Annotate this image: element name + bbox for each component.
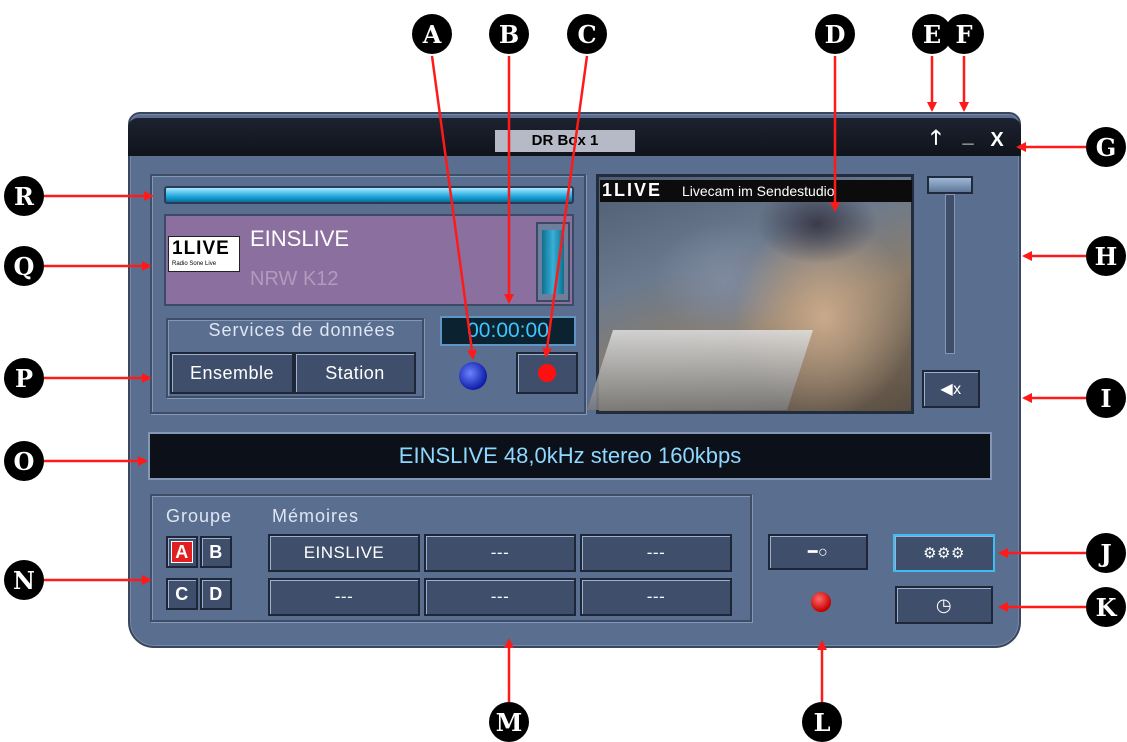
station-logo-subtext: Radio Sone Live <box>172 261 217 267</box>
group-label-b: B <box>209 541 223 562</box>
callout-a: A <box>412 14 452 54</box>
callout-d: D <box>815 14 855 54</box>
globe-icon[interactable] <box>459 362 487 390</box>
station-name: EINSLIVE <box>250 226 350 251</box>
callout-l: L <box>802 702 842 742</box>
station-subtitle: NRW K12 <box>250 268 339 290</box>
video-caption: Livecam im Sendestudio <box>682 183 835 199</box>
group-label-a: A <box>171 541 193 563</box>
groupe-label: Groupe <box>166 506 233 526</box>
ensemble-button[interactable]: Ensemble <box>170 352 294 394</box>
callout-c: C <box>567 14 607 54</box>
key-button[interactable]: ━○ <box>768 534 868 570</box>
mute-button[interactable]: ◀x <box>922 370 980 408</box>
speaker-mute-icon: ◀x <box>940 381 962 398</box>
gear-icon: ⚙⚙⚙ <box>923 545 965 562</box>
window-title: DR Box 1 <box>495 130 635 152</box>
record-icon <box>538 364 556 382</box>
video-logo: 1LIVE <box>602 180 663 200</box>
status-led <box>811 592 831 612</box>
callout-r: R <box>4 176 44 216</box>
callout-j: J <box>1086 533 1126 573</box>
video-scene <box>587 330 813 410</box>
volume-slider-thumb[interactable] <box>927 176 973 194</box>
signal-level-bar <box>164 186 574 204</box>
callout-m: M <box>489 702 529 742</box>
settings-button[interactable]: ⚙⚙⚙ <box>893 534 995 572</box>
group-button-d[interactable]: D <box>200 578 232 610</box>
station-button[interactable]: Station <box>294 352 416 394</box>
key-icon: ━○ <box>807 544 829 561</box>
signal-meter-fill <box>542 230 564 294</box>
always-on-top-button[interactable]: 🡑 <box>926 128 946 152</box>
timer-button[interactable]: ◷ <box>895 586 993 624</box>
memory-button-3[interactable]: --- <box>580 534 732 572</box>
memoires-label: Mémoires <box>272 506 360 526</box>
group-label-c: C <box>175 583 189 604</box>
group-button-c[interactable]: C <box>166 578 198 610</box>
minimize-button[interactable]: _ <box>958 126 978 150</box>
callout-i: I <box>1086 378 1126 418</box>
services-label: Services de données <box>208 320 396 340</box>
group-label-d: D <box>209 583 223 604</box>
clock-icon: ◷ <box>935 594 953 615</box>
info-bar: EINSLIVE 48,0kHz stereo 160kbps <box>148 432 992 480</box>
memory-button-6[interactable]: --- <box>580 578 732 616</box>
callout-f: F <box>944 14 984 54</box>
callout-n: N <box>4 560 44 600</box>
memory-button-1[interactable]: EINSLIVE <box>268 534 420 572</box>
callout-o: O <box>4 441 44 481</box>
callout-p: P <box>4 358 44 398</box>
callout-h: H <box>1086 236 1126 276</box>
callout-q: Q <box>4 246 44 286</box>
recording-time: 00:00:00 <box>440 316 576 346</box>
close-button[interactable]: X <box>986 130 1008 154</box>
info-text: EINSLIVE 48,0kHz stereo 160kbps <box>398 443 742 468</box>
memory-button-5[interactable]: --- <box>424 578 576 616</box>
callout-g: G <box>1086 127 1126 167</box>
memory-button-2[interactable]: --- <box>424 534 576 572</box>
group-button-a[interactable]: A <box>166 536 198 568</box>
volume-slider-track[interactable] <box>945 194 955 354</box>
memory-button-4[interactable]: --- <box>268 578 420 616</box>
group-button-b[interactable]: B <box>200 536 232 568</box>
callout-b: B <box>489 14 529 54</box>
callout-k: K <box>1086 587 1126 627</box>
station-logo-text: 1LIVE <box>172 238 230 259</box>
